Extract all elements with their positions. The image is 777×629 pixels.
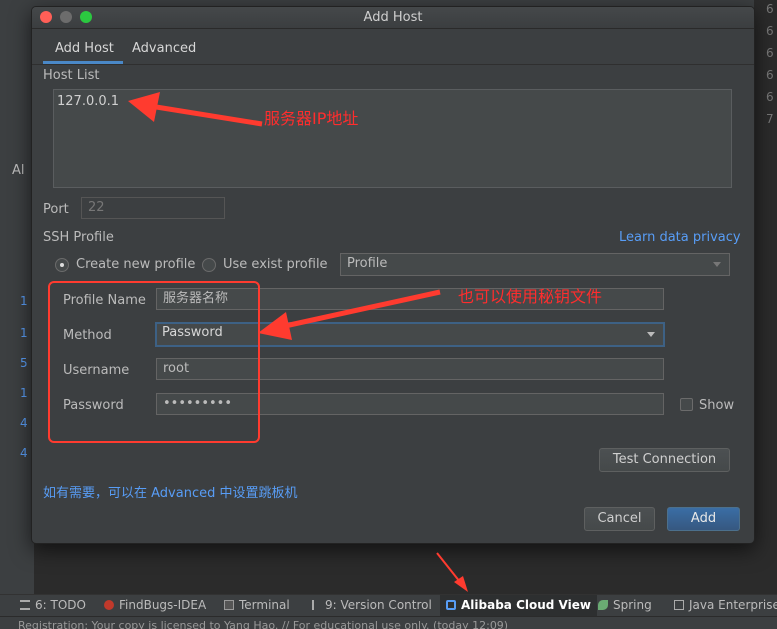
gutter-number: 1 <box>20 386 28 400</box>
spring-icon <box>598 600 608 610</box>
todo-icon <box>20 600 30 610</box>
version-control-icon <box>312 600 320 610</box>
gutter-number: 5 <box>20 356 28 370</box>
ssh-profile-label: SSH Profile <box>43 230 114 245</box>
learn-data-privacy-link[interactable]: Learn data privacy <box>619 230 741 245</box>
show-password-label[interactable]: Show <box>699 398 734 413</box>
tool-terminal[interactable]: Terminal <box>224 598 290 612</box>
gutter-number: 1 <box>20 326 28 340</box>
line-number: 6 <box>766 24 774 38</box>
radio-selected-dot <box>60 263 64 267</box>
java-enterprise-icon <box>674 600 684 610</box>
status-bar: Registration: Your copy is licensed to Y… <box>0 616 777 629</box>
host-list-item[interactable]: 127.0.0.1 <box>56 92 120 111</box>
chevron-down-icon <box>647 332 655 337</box>
line-number: 7 <box>766 112 774 126</box>
use-exist-profile-radio[interactable] <box>202 258 216 272</box>
create-new-profile-label[interactable]: Create new profile <box>76 257 195 272</box>
create-new-profile-radio[interactable] <box>55 258 69 272</box>
tab-divider <box>32 64 754 65</box>
tool-version-control[interactable]: 9: Version Control <box>312 598 432 612</box>
editor-line-numbers: 6 6 6 6 6 7 <box>754 0 777 594</box>
port-input[interactable]: 22 <box>81 197 225 219</box>
dialog-title: Add Host <box>363 10 423 25</box>
gutter-number: 1 <box>20 294 28 308</box>
dialog-titlebar: Add Host <box>32 7 754 29</box>
host-list[interactable]: 127.0.0.1 <box>53 89 732 188</box>
line-number: 6 <box>766 46 774 60</box>
chevron-down-icon <box>713 262 721 267</box>
alibaba-cloud-icon <box>446 600 456 610</box>
tab-add-host[interactable]: Add Host <box>55 41 114 56</box>
tool-java-enterprise[interactable]: Java Enterprise <box>674 598 777 612</box>
line-number: 6 <box>766 2 774 16</box>
advanced-hint-link[interactable]: 如有需要，可以在 Advanced 中设置跳板机 <box>43 482 297 501</box>
test-connection-button[interactable]: Test Connection <box>599 448 730 472</box>
tab-advanced[interactable]: Advanced <box>132 41 196 56</box>
profile-select[interactable]: Profile <box>340 253 730 276</box>
key-file-annotation: 也可以使用秘钥文件 <box>458 287 603 306</box>
gutter-number: 4 <box>20 446 28 460</box>
tool-window-bar: 6: TODO FindBugs-IDEA Terminal 9: Versio… <box>0 594 777 617</box>
add-button[interactable]: Add <box>667 507 740 531</box>
host-list-label: Host List <box>43 68 100 83</box>
tool-alibaba-cloud-view[interactable]: Alibaba Cloud View <box>440 595 597 617</box>
terminal-icon <box>224 600 234 610</box>
annotation-highlight-box <box>48 281 260 443</box>
side-panel-label: Al <box>12 163 25 178</box>
tool-todo[interactable]: 6: TODO <box>20 598 86 612</box>
tool-spring[interactable]: Spring <box>598 598 652 612</box>
tool-findbugs[interactable]: FindBugs-IDEA <box>104 598 206 612</box>
port-label: Port <box>43 202 69 217</box>
ip-address-annotation: 服务器IP地址 <box>264 109 359 128</box>
show-password-checkbox[interactable] <box>680 398 693 411</box>
profile-select-value: Profile <box>347 256 388 271</box>
cancel-button[interactable]: Cancel <box>584 507 655 531</box>
gutter-number: 4 <box>20 416 28 430</box>
line-number: 6 <box>766 68 774 82</box>
line-number: 6 <box>766 90 774 104</box>
findbugs-icon <box>104 600 114 610</box>
use-exist-profile-label[interactable]: Use exist profile <box>223 257 328 272</box>
add-host-dialog: Add Host Add Host Advanced Host List 127… <box>31 6 755 544</box>
arrow-to-alibaba-cloud-view <box>436 552 468 592</box>
left-tool-gutter: Al 1 1 5 1 4 4 <box>0 0 34 594</box>
